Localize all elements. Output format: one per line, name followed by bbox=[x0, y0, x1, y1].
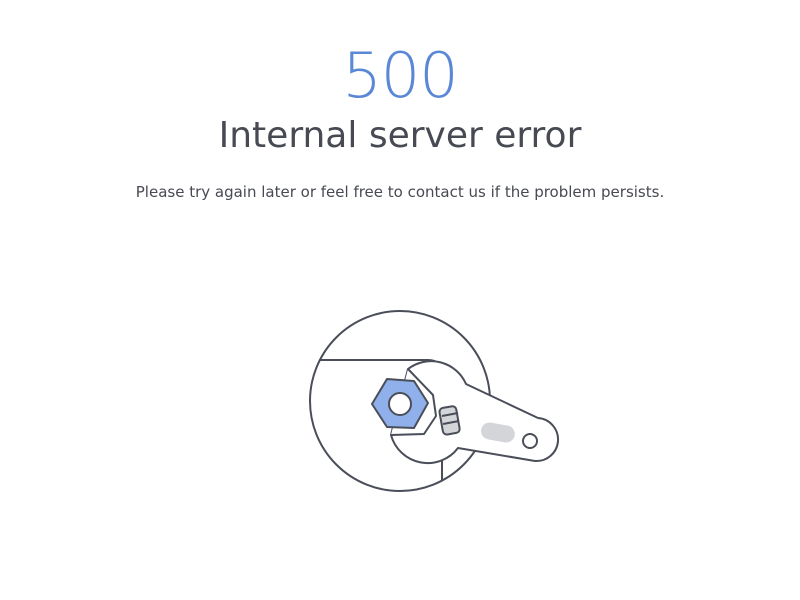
error-page: 500 Internal server error Please try aga… bbox=[0, 0, 800, 600]
error-code: 500 bbox=[342, 39, 458, 112]
wrench-and-nut-icon bbox=[309, 310, 559, 492]
handle-hole bbox=[522, 433, 538, 449]
error-message: Please try again later or feel free to c… bbox=[135, 183, 665, 201]
error-title: Internal server error bbox=[218, 115, 582, 156]
